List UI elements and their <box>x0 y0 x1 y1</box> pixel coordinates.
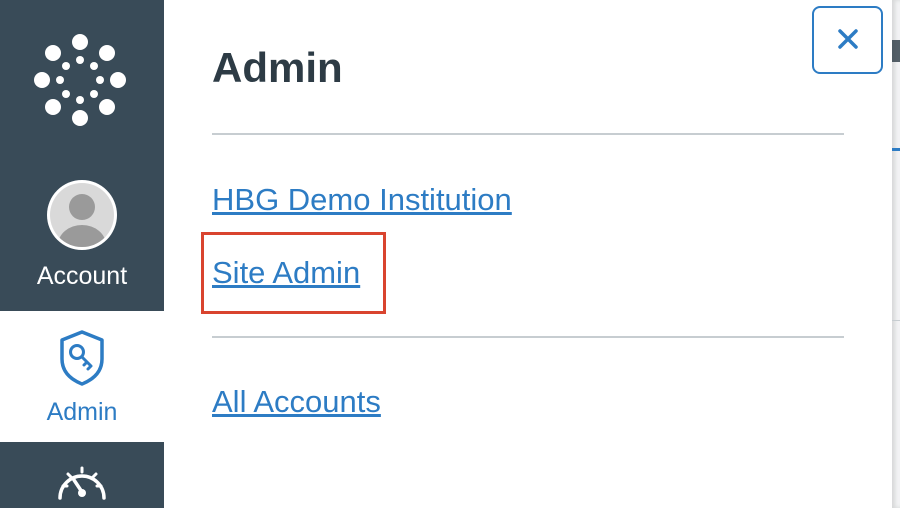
divider <box>212 133 844 135</box>
tray-title: Admin <box>212 44 343 91</box>
background-accent-line <box>892 148 900 151</box>
close-tray-button[interactable] <box>812 6 883 74</box>
shield-key-icon <box>57 329 107 392</box>
close-icon <box>836 27 860 54</box>
nav-item-label: Account <box>36 262 128 290</box>
admin-tray: Admin HBG Demo Institution Site Admin Al… <box>164 0 892 508</box>
canvas-logo-icon[interactable] <box>32 32 128 128</box>
background-divider <box>892 320 900 321</box>
dashboard-icon <box>54 458 110 507</box>
highlight-annotation <box>201 232 386 314</box>
link-hbg-demo-institution[interactable]: HBG Demo Institution <box>212 182 512 218</box>
nav-item-label: Admin <box>46 398 118 426</box>
avatar <box>47 180 117 250</box>
nav-item-account[interactable]: Account <box>0 176 164 311</box>
divider <box>212 336 844 338</box>
link-all-accounts[interactable]: All Accounts <box>212 384 381 420</box>
nav-item-admin[interactable]: Admin <box>0 311 164 442</box>
background-text-fragment <box>892 40 900 62</box>
background-page <box>892 0 900 508</box>
global-navigation: Account Admin <box>0 0 164 508</box>
nav-item-dashboard[interactable] <box>0 458 164 508</box>
